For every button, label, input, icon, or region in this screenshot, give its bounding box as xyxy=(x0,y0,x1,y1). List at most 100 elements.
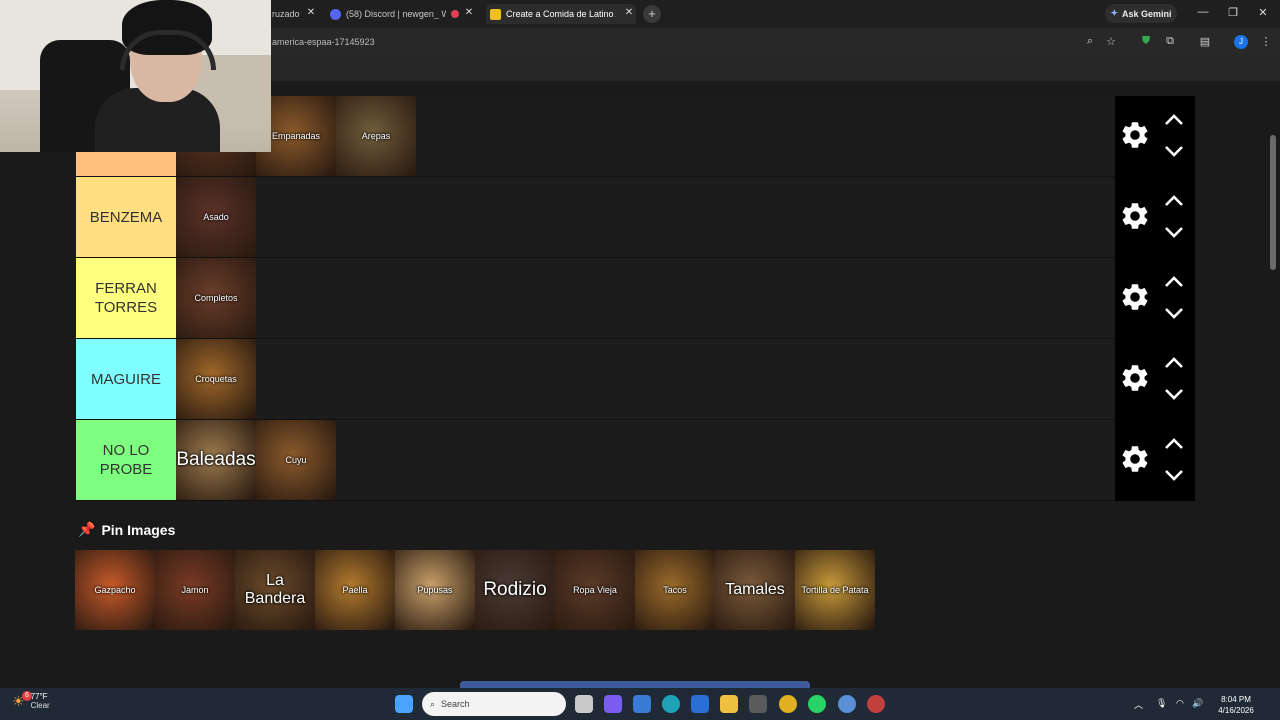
chrome-profile-icon[interactable] xyxy=(838,695,856,713)
profile-avatar[interactable]: J xyxy=(1234,35,1248,49)
gear-icon[interactable] xyxy=(1119,119,1151,151)
tierlist-page: Empanadas Arepas BENZEMA Asado FERRAN TORRES… xyxy=(0,81,1280,689)
weather-condition: Clear xyxy=(30,701,50,710)
gear-icon[interactable] xyxy=(1119,281,1151,313)
wifi-icon[interactable]: ◠ xyxy=(1176,698,1184,709)
tier-item[interactable]: Croquetas xyxy=(176,339,256,419)
tiermaker-icon xyxy=(490,8,501,20)
taskbar-search[interactable]: ⌕ Search xyxy=(422,692,566,716)
tier-items-area[interactable]: Empanadas Arepas xyxy=(176,96,1115,176)
microphone-icon[interactable]: 🎙 xyxy=(1156,698,1167,709)
tier-item[interactable]: Asado xyxy=(176,177,256,257)
tier-row: MAGUIRE Croquetas xyxy=(75,339,1195,420)
close-icon[interactable]: ✕ xyxy=(304,7,318,18)
tier-controls xyxy=(1115,339,1195,420)
tier-label[interactable]: MAGUIRE xyxy=(76,339,176,419)
app-2-icon[interactable] xyxy=(867,695,885,713)
move-down-chevron-icon[interactable] xyxy=(1163,306,1185,320)
copilot-icon[interactable] xyxy=(604,695,622,713)
move-down-chevron-icon[interactable] xyxy=(1163,225,1185,239)
move-up-chevron-icon[interactable] xyxy=(1163,113,1185,127)
store-icon[interactable] xyxy=(749,695,767,713)
move-up-chevron-icon[interactable] xyxy=(1163,275,1185,289)
tier-item[interactable]: Arepas xyxy=(336,96,416,176)
tier-row: BENZEMA Asado xyxy=(75,177,1195,258)
tier-item[interactable]: Rodizio xyxy=(475,550,555,630)
volume-icon[interactable]: 🔊 xyxy=(1192,698,1203,709)
tier-label[interactable]: BENZEMA xyxy=(76,177,176,257)
tier-item-label: Asado xyxy=(203,212,229,222)
gear-icon[interactable] xyxy=(1119,362,1151,394)
tab-discord[interactable]: (58) Discord | newgen_ W ✕ xyxy=(330,4,476,24)
tab-1[interactable]: ruzado ✕ xyxy=(272,4,318,24)
weather-badge: 6 xyxy=(22,691,32,701)
close-window-icon[interactable]: ✕ xyxy=(1256,6,1270,19)
tray-chevron-icon[interactable]: ︿ xyxy=(1134,698,1143,711)
tier-item[interactable]: Gazpacho xyxy=(75,550,155,630)
side-panel-icon[interactable]: ▤ xyxy=(1198,35,1212,48)
tier-items-area[interactable]: Baleadas Cuyu xyxy=(176,420,1115,500)
gear-icon[interactable] xyxy=(1119,443,1151,475)
tier-items-area[interactable]: Completos xyxy=(176,258,1115,338)
tier-item[interactable]: Baleadas xyxy=(176,420,256,500)
tab-label: ruzado xyxy=(272,9,300,19)
file-explorer-icon[interactable] xyxy=(720,695,738,713)
gear-icon[interactable] xyxy=(1119,200,1151,232)
url-field[interactable]: america-espaa-17145923 xyxy=(272,37,375,47)
tier-items-area[interactable]: Asado xyxy=(176,177,1115,257)
move-down-chevron-icon[interactable] xyxy=(1163,144,1185,158)
tier-item[interactable]: Pupusas xyxy=(395,550,475,630)
tier-item-label: Jamon xyxy=(181,585,209,595)
app-icon[interactable] xyxy=(633,695,651,713)
tier-item[interactable]: Completos xyxy=(176,258,256,338)
tier-item[interactable]: Paella xyxy=(315,550,395,630)
tier-row: NO LO PROBE Baleadas Cuyu xyxy=(75,420,1195,501)
tier-items-area[interactable]: Croquetas xyxy=(176,339,1115,419)
ask-gemini-button[interactable]: ✦ Ask Gemini xyxy=(1105,4,1177,23)
chrome-icon[interactable] xyxy=(779,695,797,713)
search-placeholder: Search xyxy=(441,699,470,709)
new-tab-button[interactable]: + xyxy=(643,5,661,23)
extension-shield-icon[interactable]: ⛊ xyxy=(1139,35,1153,48)
tier-item-label: Tacos xyxy=(663,585,687,595)
edge-icon[interactable] xyxy=(662,695,680,713)
clock[interactable]: 8:04 PM 4/16/2026 xyxy=(1208,694,1264,716)
tier-item[interactable]: Jamon xyxy=(155,550,235,630)
temperature: 77°F xyxy=(30,692,48,701)
whatsapp-icon[interactable] xyxy=(808,695,826,713)
move-up-chevron-icon[interactable] xyxy=(1163,194,1185,208)
tier-item[interactable]: Tamales xyxy=(715,550,795,630)
tier-item-label: Rodizio xyxy=(483,579,547,600)
close-icon[interactable]: ✕ xyxy=(622,7,636,18)
extensions-icon[interactable]: ⧉ xyxy=(1163,35,1177,48)
move-down-chevron-icon[interactable] xyxy=(1163,387,1185,401)
tab-tierlist[interactable]: Create a Comida de Latino Am ✕ xyxy=(486,4,636,24)
task-view-icon[interactable] xyxy=(575,695,593,713)
zoom-icon[interactable]: ⌕ xyxy=(1083,35,1097,48)
windows-taskbar: ☀ 77°F Clear 6 ⌕ Search ︿ 🎙 ◠ 🔊 8:04 PM … xyxy=(0,688,1280,720)
close-icon[interactable]: ✕ xyxy=(462,7,476,18)
bookmark-star-icon[interactable]: ☆ xyxy=(1104,35,1118,48)
tier-item[interactable]: La Bandera xyxy=(235,550,315,630)
windows-start-icon[interactable] xyxy=(395,695,413,713)
move-up-chevron-icon[interactable] xyxy=(1163,356,1185,370)
minimize-icon[interactable]: — xyxy=(1196,6,1210,18)
move-down-chevron-icon[interactable] xyxy=(1163,468,1185,482)
menu-icon[interactable]: ⋮ xyxy=(1259,35,1273,48)
tier-item[interactable]: Tortilla de Patata xyxy=(795,550,875,630)
outlook-icon[interactable] xyxy=(691,695,709,713)
tier-item-label: Tamales xyxy=(725,581,785,598)
gemini-icon: ✦ xyxy=(1110,8,1118,18)
tier-item[interactable]: Tacos xyxy=(635,550,715,630)
restore-icon[interactable]: ❐ xyxy=(1226,6,1240,19)
search-icon: ⌕ xyxy=(430,698,436,709)
tier-item-label: Gazpacho xyxy=(94,585,136,595)
tier-item[interactable]: Cuyu xyxy=(256,420,336,500)
tier-item[interactable]: Ropa Vieja xyxy=(555,550,635,630)
tier-row: FERRAN TORRES Completos xyxy=(75,258,1195,339)
scrollbar[interactable] xyxy=(1270,135,1276,270)
tier-label[interactable]: NO LO PROBE xyxy=(76,420,176,500)
tier-label[interactable]: FERRAN TORRES xyxy=(76,258,176,338)
move-up-chevron-icon[interactable] xyxy=(1163,437,1185,451)
discord-icon xyxy=(330,8,341,20)
